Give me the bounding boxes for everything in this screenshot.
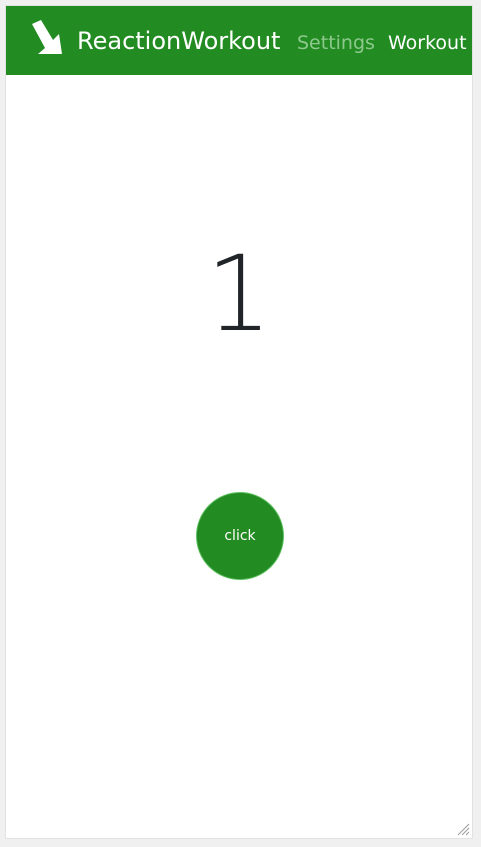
click-button[interactable]: click xyxy=(196,492,284,580)
app-window: ReactionWorkout Settings Workout 1 click xyxy=(5,5,473,839)
navbar: ReactionWorkout Settings Workout xyxy=(6,6,472,75)
nav-workout-link[interactable]: Workout xyxy=(388,31,467,55)
resize-grip-icon[interactable] xyxy=(456,822,470,836)
arrow-logo-icon[interactable] xyxy=(28,18,68,60)
counter-display: 1 xyxy=(205,233,273,355)
brand-title[interactable]: ReactionWorkout xyxy=(77,26,280,56)
nav-settings-link[interactable]: Settings xyxy=(297,31,375,55)
click-button-label: click xyxy=(224,528,256,544)
